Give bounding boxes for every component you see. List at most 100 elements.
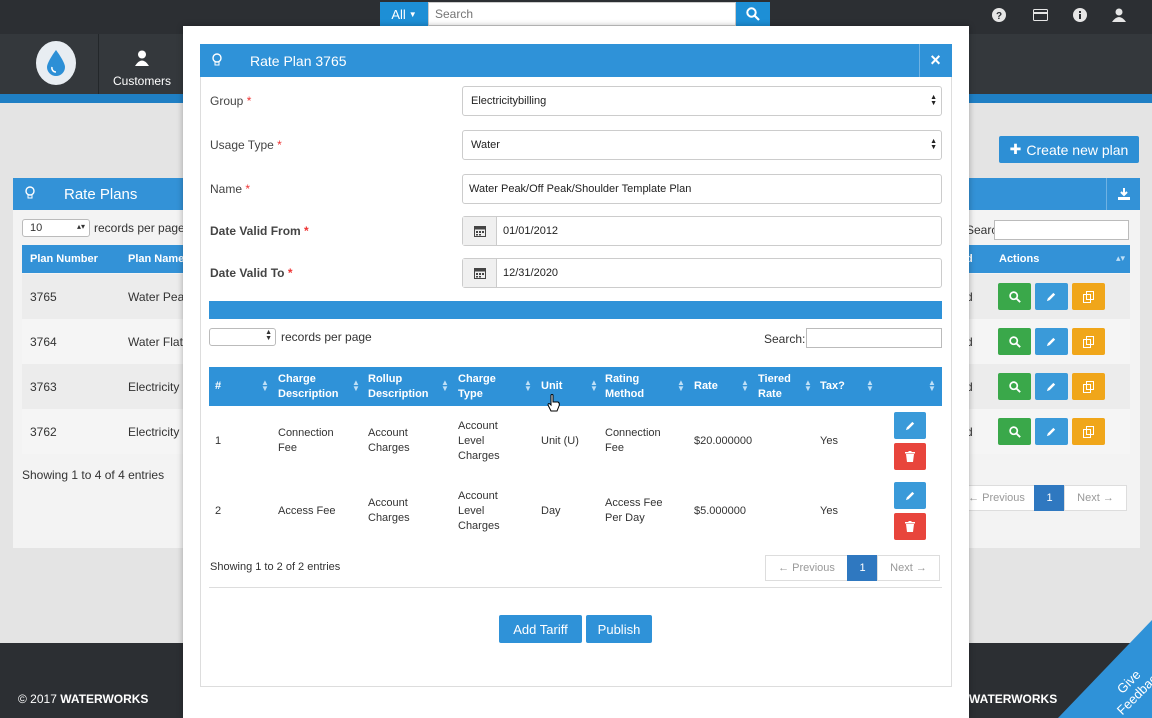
col-tiered-rate[interactable]: TieredRate (758, 367, 791, 406)
usage-type-select[interactable]: Water ▲▼ (462, 130, 942, 160)
records-per-page-label: records per page (94, 221, 185, 235)
publish-button[interactable]: Publish (586, 615, 652, 643)
pager-page-1[interactable]: 1 (1034, 485, 1065, 511)
usage-type-value: Water (471, 139, 500, 151)
edit-button[interactable] (1035, 328, 1068, 355)
copy-button[interactable] (1072, 373, 1105, 400)
download-button[interactable] (1106, 178, 1140, 210)
sort-icon: ▲▼ (590, 380, 598, 392)
create-plan-label: Create new plan (1026, 142, 1128, 158)
date-to-input[interactable]: 12/31/2020 (462, 258, 942, 288)
tariff-rate: $20.000000 (694, 434, 752, 449)
plan-number: 3764 (30, 335, 57, 349)
copy-icon (1083, 291, 1095, 303)
select-arrows-icon: ▲▼ (930, 139, 937, 151)
tariff-showing-entries: Showing 1 to 2 of 2 entries (210, 561, 340, 573)
global-search: All▼ (380, 2, 770, 26)
showing-entries: Showing 1 to 4 of 4 entries (22, 468, 164, 482)
delete-tariff-button[interactable] (894, 513, 926, 540)
card-icon (1033, 9, 1048, 21)
name-input[interactable]: Water Peak/Off Peak/Shoulder Template Pl… (462, 174, 942, 204)
calendar-icon (474, 225, 486, 237)
nav-customers-label: Customers (99, 74, 185, 88)
create-plan-button[interactable]: ✚Create new plan (999, 136, 1139, 163)
view-button[interactable] (998, 418, 1031, 445)
tariff-pager-previous[interactable]: ← Previous (765, 555, 848, 581)
add-tariff-button[interactable]: Add Tariff (499, 615, 582, 643)
col-charge-type[interactable]: ChargeType (458, 367, 496, 406)
tariff-row: 2Access FeeAccountChargesAccountLevelCha… (209, 476, 942, 546)
sort-icon: ▲▼ (928, 380, 936, 392)
name-value: Water Peak/Off Peak/Shoulder Template Pl… (469, 183, 691, 195)
copy-button[interactable] (1072, 418, 1105, 445)
lightbulb-icon (25, 186, 35, 205)
close-icon: × (930, 50, 941, 71)
trash-icon (905, 521, 915, 532)
edit-tariff-button[interactable] (894, 482, 926, 509)
col-rating-method[interactable]: RatingMethod (605, 367, 644, 406)
plan-number: 3762 (30, 425, 57, 439)
calendar-addon[interactable] (463, 217, 497, 245)
user-icon (135, 50, 149, 66)
calendar-addon[interactable] (463, 259, 497, 287)
footer-brand: WATERWORKS (969, 692, 1057, 706)
search-icon (1009, 291, 1021, 303)
page-size-select[interactable]: 10▴▾ (22, 219, 90, 237)
edit-tariff-button[interactable] (894, 412, 926, 439)
edit-button[interactable] (1035, 283, 1068, 310)
search-filter-dropdown[interactable]: All▼ (380, 2, 428, 26)
edit-button[interactable] (1035, 418, 1068, 445)
tariff-rating-method: Access FeePer Day (605, 496, 662, 526)
download-icon (1118, 188, 1130, 200)
pager-next[interactable]: Next → (1064, 485, 1127, 511)
col-plan-number[interactable]: Plan Number (30, 253, 98, 265)
nav-customers[interactable]: Customers (98, 34, 184, 94)
tariff-search-input[interactable] (806, 328, 942, 348)
table-search-input[interactable] (994, 220, 1129, 240)
col-charge-description[interactable]: ChargeDescription (278, 367, 339, 406)
col-number[interactable]: # (215, 367, 221, 406)
date-to-label: Date Valid To * (210, 266, 292, 280)
copy-button[interactable] (1072, 283, 1105, 310)
plan-name: Water Flat (128, 335, 183, 349)
tariff-page-size-select[interactable]: ▲▼ (209, 328, 276, 346)
copy-button[interactable] (1072, 328, 1105, 355)
rate-plans-title: Rate Plans (64, 186, 137, 203)
account-button[interactable] (1111, 7, 1127, 23)
close-button[interactable]: × (919, 44, 951, 77)
question-icon: ? (992, 8, 1006, 22)
col-plan-name[interactable]: Plan Name (128, 253, 184, 265)
pencil-icon (1046, 291, 1057, 302)
col-actions[interactable]: Actions (999, 253, 1039, 265)
select-arrows-icon: ▲▼ (265, 330, 272, 342)
view-button[interactable] (998, 283, 1031, 310)
billing-button[interactable] (1032, 7, 1048, 23)
pager-previous[interactable]: ← Previous (958, 485, 1035, 511)
search-input[interactable] (428, 2, 736, 26)
sort-icon: ▲▼ (441, 380, 449, 392)
help-button[interactable]: ? (991, 7, 1007, 23)
modal-header: Rate Plan 3765 × (200, 44, 952, 77)
edit-button[interactable] (1035, 373, 1068, 400)
date-to-value: 12/31/2020 (503, 267, 558, 279)
page-size-value: 10 (30, 222, 42, 234)
view-button[interactable] (998, 328, 1031, 355)
date-from-input[interactable]: 01/01/2012 (462, 216, 942, 246)
info-button[interactable] (1072, 7, 1088, 23)
footer-copyright: © 2017 WATERWORKS (18, 692, 148, 706)
col-rate[interactable]: Rate (694, 367, 718, 406)
app-logo[interactable] (36, 41, 76, 85)
tariff-pager-page-1[interactable]: 1 (847, 555, 878, 581)
tariff-charge-type: AccountLevelCharges (458, 419, 500, 464)
tariff-table-header: # ▲▼ ChargeDescription ▲▼ RollupDescript… (209, 367, 942, 406)
view-button[interactable] (998, 373, 1031, 400)
svg-text:?: ? (996, 11, 1002, 22)
col-tax[interactable]: Tax? (820, 367, 845, 406)
give-feedback-button[interactable]: Give Feedback (1058, 620, 1152, 718)
search-button[interactable] (736, 2, 770, 26)
delete-tariff-button[interactable] (894, 443, 926, 470)
group-select[interactable]: Electricitybilling▲▼ (462, 86, 942, 116)
col-rollup-description[interactable]: RollupDescription (368, 367, 429, 406)
tariff-rollup-description: AccountCharges (368, 496, 410, 526)
tariff-pager-next[interactable]: Next → (877, 555, 940, 581)
